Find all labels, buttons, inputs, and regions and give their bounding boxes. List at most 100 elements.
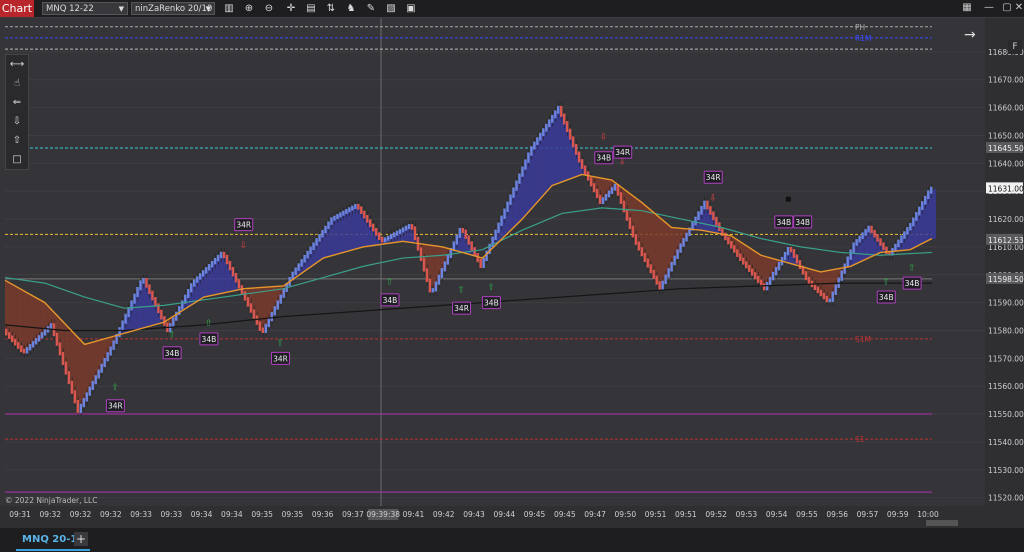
arrow-left-icon[interactable]: ⇐ <box>6 93 28 112</box>
x-tick-label: 09:32 <box>39 510 61 519</box>
menu-icon[interactable]: ▦ <box>960 1 974 15</box>
candle <box>604 193 608 201</box>
x-tick-label: 09:33 <box>161 510 183 519</box>
pointer-icon[interactable]: ☝ <box>6 74 28 93</box>
candle <box>610 187 614 194</box>
candle <box>676 249 679 260</box>
y-tick-label: 11550.00 <box>988 410 1024 419</box>
signal-label: 34B <box>383 296 398 305</box>
instrument-select[interactable]: MNQ 12-22 ▼ <box>42 2 128 15</box>
candle <box>709 206 712 215</box>
panel-toggle-button[interactable]: F <box>1008 40 1022 54</box>
cloud-segment <box>5 280 11 338</box>
arrow-down-icon[interactable]: ⇩ <box>6 112 28 131</box>
bars-icon[interactable]: ▥ <box>222 2 236 16</box>
candle <box>222 251 226 259</box>
candle <box>112 340 115 350</box>
x-tick-label: 09:36 <box>312 510 334 519</box>
candle <box>539 132 542 141</box>
candle <box>748 264 751 272</box>
drawing-tools-icon[interactable]: ✎ <box>364 2 378 16</box>
candle <box>369 219 372 228</box>
candle <box>876 234 879 242</box>
candle <box>563 113 566 125</box>
candle <box>154 297 157 307</box>
candle <box>124 313 127 324</box>
properties-icon[interactable]: ▤ <box>304 2 318 16</box>
candle <box>643 252 646 262</box>
candle <box>25 347 29 354</box>
candle <box>127 307 130 318</box>
candle <box>342 210 345 216</box>
candle <box>106 352 109 362</box>
x-tick-label: 09:39:38 <box>366 510 400 519</box>
add-tab-button[interactable]: + <box>74 532 88 546</box>
screenshot-icon[interactable]: ▣ <box>404 2 418 16</box>
candle <box>40 332 44 339</box>
range-icon[interactable]: ⟷ <box>6 55 28 74</box>
signal-label: 34B <box>484 299 499 308</box>
candle <box>712 211 715 221</box>
candle <box>282 288 285 298</box>
candle <box>437 274 441 285</box>
minimize-icon[interactable]: — <box>982 1 996 15</box>
candle <box>879 238 882 246</box>
candle <box>652 269 655 279</box>
price-chart[interactable]: PHR1MS1MS1 ⇩34R⇧34B⇧34B ⇧34R⇧34R⇧34B⇧34R⇧… <box>0 18 1024 528</box>
candle <box>598 194 602 204</box>
candle <box>58 342 62 356</box>
candle <box>646 258 649 268</box>
y-tick-label: 11620.00 <box>988 215 1024 224</box>
rectangle-icon[interactable]: □ <box>6 150 28 169</box>
candle <box>571 136 575 148</box>
x-tick-label: 09:56 <box>826 510 848 519</box>
zoom-in-icon[interactable]: ⊕ <box>242 2 256 16</box>
candle <box>864 229 867 236</box>
data-series-icon[interactable]: ⇅ <box>324 2 338 16</box>
candle <box>136 287 139 298</box>
x-tick-label: 09:54 <box>766 510 788 519</box>
cloud-segment <box>142 281 149 329</box>
chart-panel[interactable]: PH R1M S1M S1 ⇩ 34R ⇧ 34B ⇧ 34B ⇧ 34R ⇧ 34R ⇧ 34B ⇧ 34R ⇧… <box>0 18 1024 528</box>
candle <box>870 225 873 234</box>
signal-arrow-icon: ⇩ <box>709 194 717 204</box>
candle <box>375 228 378 236</box>
x-tick-label: 09:51 <box>675 510 697 519</box>
candle <box>34 338 38 345</box>
candle <box>858 235 861 243</box>
x-tick-label: 09:37 <box>342 510 364 519</box>
x-tick-label: 09:45 <box>524 510 546 519</box>
bar-type-select[interactable]: ninZaRenko 20/10 ▼ <box>131 2 215 15</box>
scroll-right-icon[interactable]: → <box>964 27 976 43</box>
candle <box>536 137 539 146</box>
candle <box>512 187 515 198</box>
strategies-icon[interactable]: ♞ <box>344 2 358 16</box>
x-tick-label: 09:45 <box>554 510 576 519</box>
arrow-up-icon[interactable]: ⇧ <box>6 131 28 150</box>
candle <box>404 225 408 231</box>
zoom-out-icon[interactable]: ⊖ <box>262 2 276 16</box>
candle <box>431 288 435 293</box>
horizontal-scrollbar[interactable] <box>926 520 958 526</box>
candle <box>22 348 26 354</box>
candle <box>267 317 270 328</box>
candle <box>673 255 676 266</box>
candle <box>786 246 790 256</box>
crosshair-icon[interactable]: ✛ <box>284 2 298 16</box>
signal-label: 34B <box>905 279 920 288</box>
signal-arrow-icon: ⇧ <box>487 283 495 293</box>
candle <box>918 206 921 216</box>
candle <box>658 281 661 291</box>
templates-icon[interactable]: ▧ <box>384 2 398 16</box>
candle <box>118 327 121 338</box>
candle <box>795 254 799 264</box>
candle <box>386 235 390 241</box>
signal-arrow-icon: ⇧ <box>882 277 890 287</box>
candle <box>428 278 432 293</box>
x-tick-label: 09:47 <box>584 510 606 519</box>
candle <box>703 200 706 210</box>
close-icon[interactable]: ✕ <box>1012 1 1024 15</box>
signal-arrow-icon: ⇧ <box>458 286 466 296</box>
level-label: S1M <box>855 335 871 344</box>
candle <box>148 284 151 295</box>
